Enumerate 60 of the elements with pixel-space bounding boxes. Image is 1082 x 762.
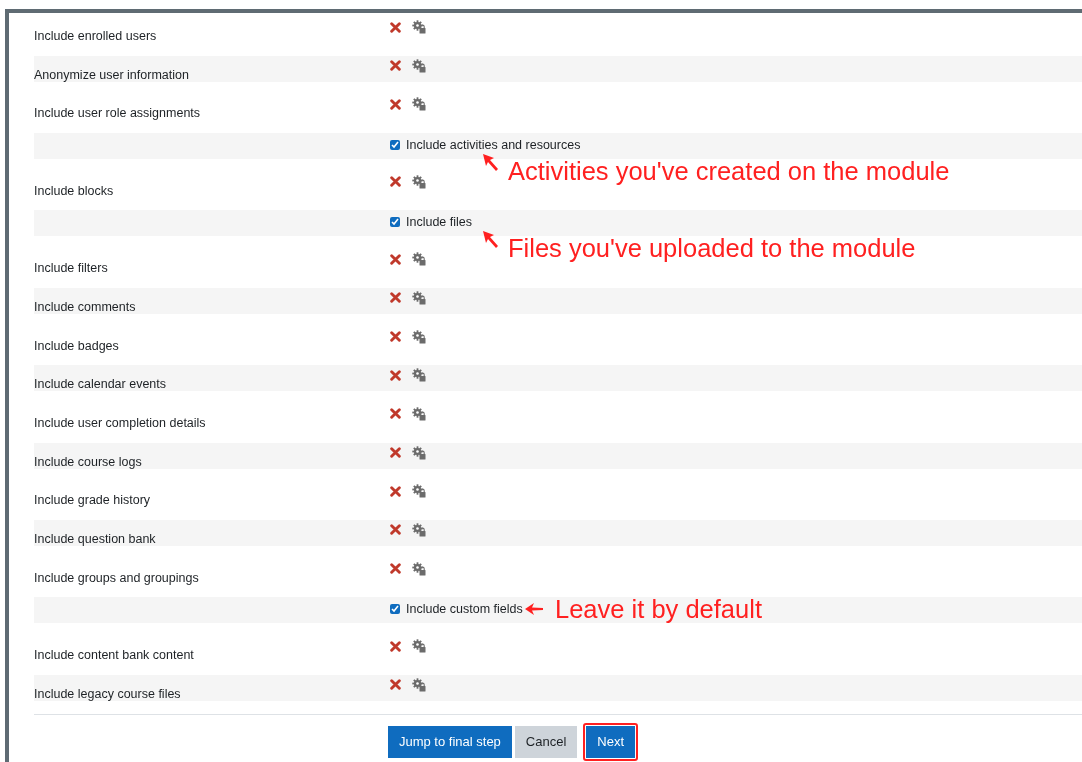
checkbox-label: Include activities and resources xyxy=(406,137,581,154)
checkbox-label: Include custom fields xyxy=(406,601,523,618)
gear-lock-icon xyxy=(412,58,426,73)
setting-label: Include question bank xyxy=(34,531,156,546)
checkbox[interactable] xyxy=(390,140,400,151)
gear-lock-icon xyxy=(412,522,426,537)
arrow-icon xyxy=(525,603,543,616)
setting-label: Include filters xyxy=(34,261,108,276)
setting-label: Include grade history xyxy=(34,493,151,508)
cross-icon xyxy=(390,60,401,72)
gear-lock-icon xyxy=(412,639,426,653)
setting-label: Include badges xyxy=(34,338,119,353)
setting-label: Include enrolled users xyxy=(34,29,157,43)
cross-icon xyxy=(390,408,401,420)
cross-icon xyxy=(390,369,401,381)
gear-lock-icon xyxy=(412,406,426,421)
checkbox[interactable] xyxy=(390,217,400,228)
gear-lock-icon xyxy=(412,252,426,267)
gear-lock-icon xyxy=(412,561,426,576)
setting-label: Include groups and groupings xyxy=(34,570,199,585)
cross-icon xyxy=(390,640,401,652)
setting-label: Include content bank content xyxy=(34,648,194,662)
gear-lock-icon xyxy=(412,174,426,189)
gear-lock-icon xyxy=(412,677,426,692)
gear-lock-icon xyxy=(412,290,426,305)
cross-icon xyxy=(390,679,401,691)
secondary-button[interactable]: Cancel xyxy=(514,725,578,758)
setting-label: Include comments xyxy=(34,299,136,314)
gear-lock-icon xyxy=(412,20,426,34)
gear-lock-icon xyxy=(412,329,426,344)
arrow-icon xyxy=(483,154,498,172)
setting-label: Include user completion details xyxy=(34,415,206,430)
cross-icon xyxy=(390,447,401,459)
cross-icon xyxy=(390,485,401,497)
setting-label: Include course logs xyxy=(34,454,142,469)
cross-icon xyxy=(390,292,401,304)
gear-lock-icon xyxy=(412,445,426,460)
annotation-text: Leave it by default xyxy=(555,594,762,625)
annotation-text: Activities you've created on the module xyxy=(508,156,950,187)
setting-label: Include user role assignments xyxy=(34,106,201,121)
cross-icon xyxy=(390,563,401,575)
gear-lock-icon xyxy=(412,368,426,383)
setting-label: Include calendar events xyxy=(34,377,167,392)
arrow-icon xyxy=(483,231,498,249)
setting-label: Include blocks xyxy=(34,183,114,198)
cross-icon xyxy=(390,98,401,110)
cross-icon xyxy=(390,253,401,265)
gear-lock-icon xyxy=(412,484,426,499)
annotation-text: Files you've uploaded to the module xyxy=(508,233,916,264)
gear-lock-icon xyxy=(412,97,426,112)
setting-label: Anonymize user information xyxy=(34,67,189,82)
cross-icon xyxy=(390,176,401,188)
setting-label: Include legacy course files xyxy=(34,686,181,701)
cross-icon xyxy=(390,331,401,342)
cross-icon xyxy=(390,524,401,536)
primary-button[interactable]: Next xyxy=(586,725,636,758)
checkbox-label: Include files xyxy=(406,214,472,231)
cross-icon xyxy=(390,21,401,33)
checkbox[interactable] xyxy=(390,604,400,615)
primary-button[interactable]: Jump to final step xyxy=(387,725,512,758)
